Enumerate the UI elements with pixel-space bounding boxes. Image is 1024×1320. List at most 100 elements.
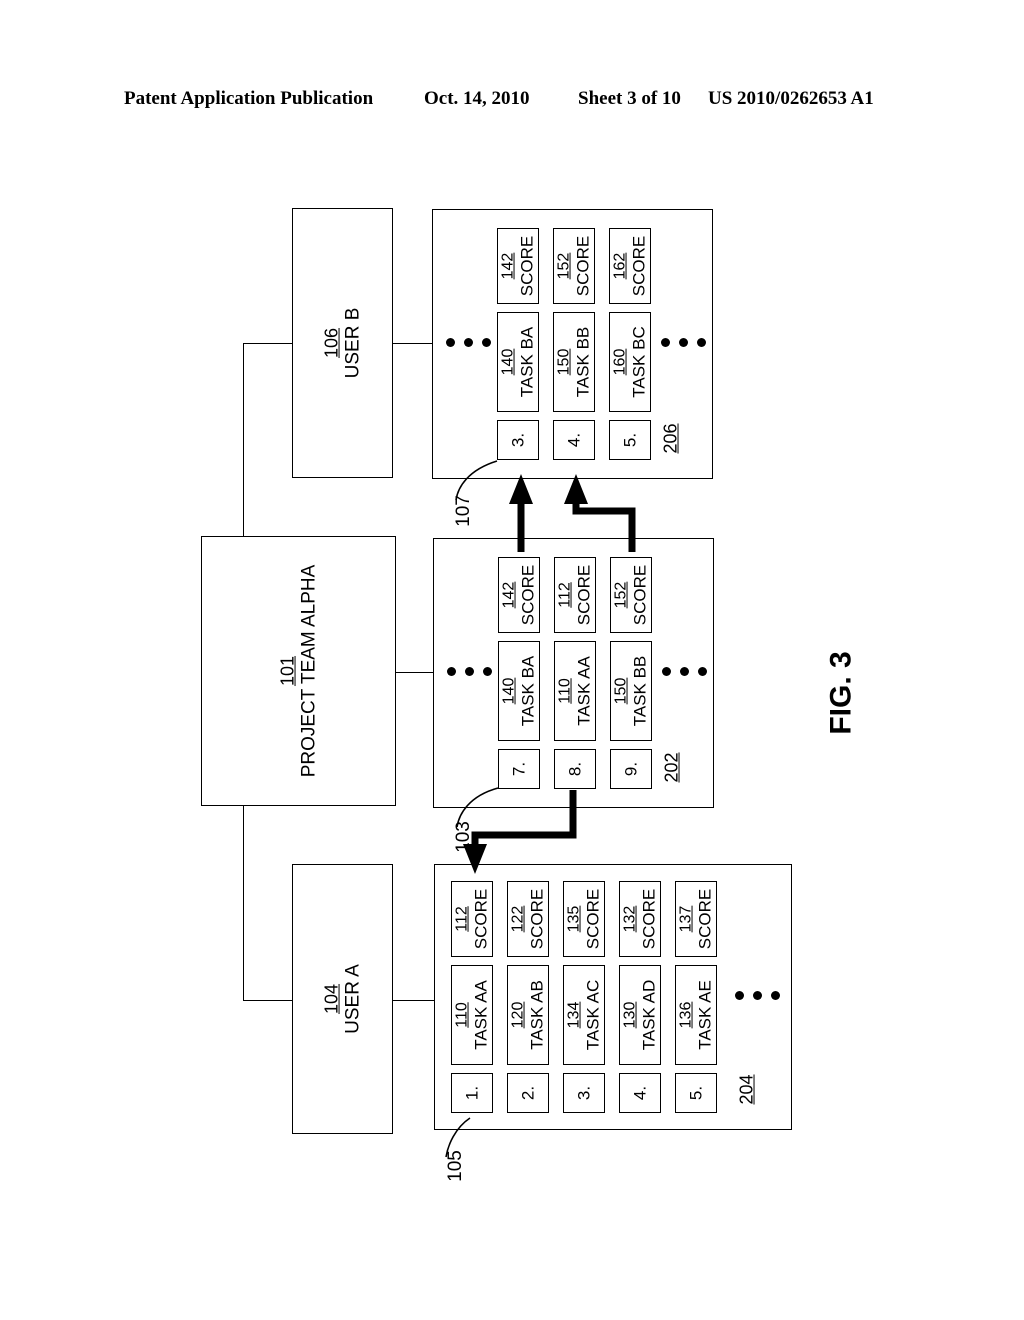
task-ref: 120 (509, 1001, 527, 1029)
task-name-cell[interactable]: 110 TASK AA (451, 965, 493, 1065)
ellipsis-left-202 (447, 667, 492, 676)
task-score-cell[interactable]: 135 SCORE (563, 881, 605, 957)
task-name-cell[interactable]: 140 TASK BA (498, 641, 540, 741)
task-list-block-user-b[interactable]: 142 SCORE 140 TASK BA 3. 152 SCORE 150 T… (432, 209, 713, 479)
task-row[interactable]: 135 SCORE 134 TASK AC 3. (563, 881, 605, 1113)
task-ref: 110 (556, 678, 574, 704)
callout-107: 107 (452, 495, 474, 527)
task-score-cell[interactable]: 122 SCORE (507, 881, 549, 957)
task-index-cell[interactable]: 7. (498, 749, 540, 789)
task-index-cell[interactable]: 4. (619, 1073, 661, 1113)
task-index-cell[interactable]: 8. (554, 749, 596, 789)
task-row[interactable]: 162 SCORE 160 TASK BC 5. (609, 228, 651, 460)
score-label: SCORE (639, 888, 659, 950)
task-row[interactable]: 132 SCORE 130 TASK AD 4. (619, 881, 661, 1113)
task-index-text: 3. (508, 432, 528, 448)
task-score-text: 135 SCORE (566, 889, 603, 949)
task-score-text: 112 SCORE (557, 565, 594, 625)
task-row[interactable]: 152 SCORE 150 TASK BB 9. (610, 557, 652, 789)
task-index-cell[interactable]: 5. (609, 420, 651, 460)
task-list-block-team[interactable]: 142 SCORE 140 TASK BA 7. 112 SCORE 110 T… (433, 538, 714, 808)
entity-box-user-a[interactable]: 104 USER A (292, 864, 393, 1134)
score-ref: 162 (611, 252, 629, 280)
task-label: TASK AC (583, 979, 603, 1051)
score-ref: 132 (621, 905, 639, 933)
task-row[interactable]: 137 SCORE 136 TASK AE 5. (675, 881, 717, 1113)
task-score-cell[interactable]: 142 SCORE (498, 557, 540, 633)
patent-figure-page: Patent Application Publication Oct. 14, … (0, 0, 1024, 1320)
task-ref: 110 (453, 1002, 471, 1028)
task-name-text: 120 TASK AB (510, 980, 547, 1050)
task-score-cell[interactable]: 112 SCORE (554, 557, 596, 633)
task-row[interactable]: 112 SCORE 110 TASK AA 1. (451, 881, 493, 1113)
task-score-text: 142 SCORE (501, 565, 538, 625)
task-label: TASK AA (574, 656, 594, 726)
task-score-cell[interactable]: 152 SCORE (553, 228, 595, 304)
score-ref: 142 (499, 252, 517, 280)
task-score-cell[interactable]: 152 SCORE (610, 557, 652, 633)
entity-box-user-b[interactable]: 106 USER B (292, 208, 393, 478)
task-row[interactable]: 142 SCORE 140 TASK BA 7. (498, 557, 540, 789)
task-name-text: 150 TASK BB (556, 327, 593, 398)
task-index-text: 9. (621, 761, 641, 777)
header-sheet-text: Sheet 3 of 10 (578, 88, 681, 109)
task-index-cell[interactable]: 3. (497, 420, 539, 460)
entity-ref-project-team: 101 (277, 655, 298, 687)
task-score-cell[interactable]: 162 SCORE (609, 228, 651, 304)
task-score-text: 152 SCORE (556, 236, 593, 296)
task-score-cell[interactable]: 132 SCORE (619, 881, 661, 957)
task-ref: 150 (555, 348, 573, 376)
task-index-cell[interactable]: 9. (610, 749, 652, 789)
task-index-cell[interactable]: 2. (507, 1073, 549, 1113)
task-name-cell[interactable]: 140 TASK BA (497, 312, 539, 412)
header-patent-number: US 2010/0262653 A1 (708, 88, 874, 109)
task-score-text: 162 SCORE (612, 236, 649, 296)
task-score-cell[interactable]: 142 SCORE (497, 228, 539, 304)
task-label: TASK AB (527, 980, 547, 1050)
task-name-cell[interactable]: 136 TASK AE (675, 965, 717, 1065)
score-label: SCORE (471, 888, 491, 950)
task-label: TASK BC (629, 326, 649, 398)
score-ref: 142 (500, 581, 518, 609)
task-name-cell[interactable]: 150 TASK BB (610, 641, 652, 741)
task-index-cell[interactable]: 1. (451, 1073, 493, 1113)
task-score-cell[interactable]: 137 SCORE (675, 881, 717, 957)
task-index-text: 8. (565, 761, 585, 777)
block-id-204: 204 (736, 1074, 757, 1105)
connector-user-b-to-list (393, 343, 433, 344)
task-list-block-user-a[interactable]: 112 SCORE 110 TASK AA 1. 122 SCORE 120 T… (434, 864, 792, 1130)
ellipsis-right-202 (662, 667, 707, 676)
task-name-cell[interactable]: 110 TASK AA (554, 641, 596, 741)
task-row[interactable]: 152 SCORE 150 TASK BB 4. (553, 228, 595, 460)
task-row[interactable]: 142 SCORE 140 TASK BA 3. (497, 228, 539, 460)
task-name-cell[interactable]: 150 TASK BB (553, 312, 595, 412)
connector-trunk-to-user-b (243, 343, 293, 344)
task-index-cell[interactable]: 4. (553, 420, 595, 460)
task-name-cell[interactable]: 120 TASK AB (507, 965, 549, 1065)
task-name-cell[interactable]: 130 TASK AD (619, 965, 661, 1065)
task-ref: 160 (611, 348, 629, 376)
score-label: SCORE (583, 888, 603, 950)
task-name-text: 110 TASK AA (454, 980, 491, 1050)
task-score-cell[interactable]: 112 SCORE (451, 881, 493, 957)
task-name-text: 110 TASK AA (557, 656, 594, 726)
task-row[interactable]: 112 SCORE 110 TASK AA 8. (554, 557, 596, 789)
publication-header: Patent Application Publication Oct. 14, … (0, 88, 1024, 114)
task-name-cell[interactable]: 160 TASK BC (609, 312, 651, 412)
task-label: TASK BA (517, 326, 537, 398)
score-ref: 152 (555, 252, 573, 280)
entity-label-user-a: 104 USER A (321, 964, 364, 1034)
task-index-cell[interactable]: 5. (675, 1073, 717, 1113)
task-ref: 140 (500, 677, 518, 705)
task-label: TASK AA (471, 980, 491, 1050)
task-name-cell[interactable]: 134 TASK AC (563, 965, 605, 1065)
task-row[interactable]: 122 SCORE 120 TASK AB 2. (507, 881, 549, 1113)
entity-box-project-team[interactable]: 101 PROJECT TEAM ALPHA (201, 536, 396, 806)
score-label: SCORE (573, 235, 593, 297)
score-ref: 122 (509, 905, 527, 933)
task-index-cell[interactable]: 3. (563, 1073, 605, 1113)
task-name-text: 160 TASK BC (612, 326, 649, 397)
entity-name-user-b: USER B (341, 307, 363, 379)
header-date-text: Oct. 14, 2010 (424, 88, 530, 109)
ellipsis-right-204 (735, 991, 780, 1000)
